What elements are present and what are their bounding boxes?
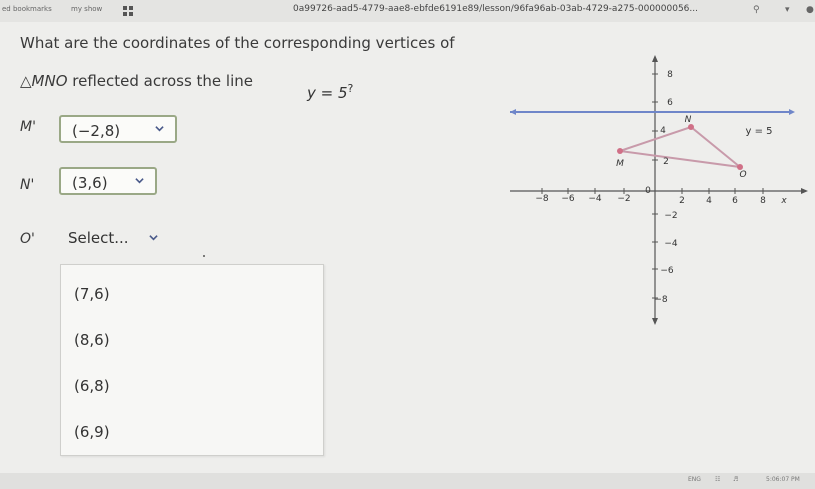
taskbar: ENG ☷ ♬ 5:06:07 PM — [0, 473, 815, 489]
apps-grid-icon[interactable] — [123, 6, 133, 16]
option-item[interactable]: (6,9) — [74, 423, 110, 441]
line-label: y = 5 — [745, 126, 772, 137]
profile-icon[interactable]: ● — [806, 5, 814, 15]
chevron-down-icon — [135, 178, 144, 184]
network-icon[interactable]: ☷ — [715, 476, 720, 483]
question-text: reflected across the line — [67, 72, 253, 90]
option-item[interactable]: (7,6) — [74, 285, 110, 303]
label-m-prime: M' — [20, 119, 36, 135]
bookmarks-link[interactable]: ed bookmarks — [2, 5, 52, 13]
y-axis-arrow-top — [652, 55, 658, 62]
y-tick-label: 2 — [663, 157, 669, 167]
x-tick-label: −4 — [588, 194, 602, 204]
x-tick-label: −6 — [561, 194, 575, 204]
m-prime-value: (−2,8) — [72, 122, 121, 140]
vertex-m — [617, 148, 623, 154]
option-item[interactable]: (8,6) — [74, 331, 110, 349]
x-axis-arrow — [801, 188, 808, 194]
axis-ticks — [541, 73, 764, 299]
x-tick-label: −2 — [617, 194, 630, 204]
m-prime-dropdown[interactable]: (−2,8) — [59, 115, 177, 143]
y-tick-label: −8 — [654, 295, 668, 305]
y-axis-arrow-bottom — [652, 318, 658, 325]
x-tick-label: 4 — [706, 196, 712, 206]
triangle-name: △MNO — [20, 72, 68, 90]
extension-icon[interactable]: ▾ — [785, 5, 790, 15]
n-prime-dropdown[interactable]: (3,6) — [59, 167, 157, 195]
y-tick-label: −2 — [664, 211, 677, 221]
search-icon[interactable]: ⚲ — [753, 5, 760, 15]
myshow-link[interactable]: my show — [71, 5, 102, 13]
label-o-prime: O' — [20, 231, 35, 247]
line-equation: y = 5? — [307, 82, 354, 102]
volume-icon[interactable]: ♬ — [733, 476, 738, 483]
y-tick-label: −6 — [660, 266, 674, 276]
y-tick-label: 4 — [660, 126, 666, 136]
question-line2: △MNO reflected across the line — [20, 72, 253, 90]
y-tick-label: 8 — [667, 70, 673, 80]
coordinate-graph: −8 −6 −4 −2 0 2 4 6 8 x 8 6 4 2 −2 −4 −6… — [510, 55, 808, 325]
y-tick-label: 6 — [667, 98, 673, 108]
browser-bar: ed bookmarks my show 0a99726-aad5-4779-a… — [0, 0, 815, 22]
vertex-label-n: N — [685, 115, 692, 125]
x-tick-label: 2 — [679, 196, 685, 206]
x-tick-label: 8 — [760, 196, 766, 206]
o-prime-value: Select... — [68, 229, 129, 247]
triangle-mno — [619, 125, 744, 169]
n-prime-value: (3,6) — [72, 174, 108, 192]
x-tick-label: 6 — [732, 196, 738, 206]
vertex-label-m: M — [616, 159, 624, 169]
chevron-down-icon — [155, 126, 164, 132]
line-arrow-left — [510, 109, 516, 115]
x-axis-label: x — [780, 196, 787, 206]
option-item[interactable]: (6,8) — [74, 377, 110, 395]
address-bar[interactable]: 0a99726-aad5-4779-aae8-ebfde6191e89/less… — [293, 4, 698, 14]
line-arrow-right — [789, 109, 795, 115]
clock[interactable]: 5:06:07 PM — [766, 476, 800, 483]
x-tick-label: 0 — [645, 186, 651, 196]
vertex-label-o: O — [739, 170, 746, 180]
o-prime-dropdown[interactable]: Select... — [59, 226, 163, 252]
o-prime-options-menu: (7,6) (8,6) (6,8) (6,9) — [60, 264, 324, 456]
question-line1: What are the coordinates of the correspo… — [20, 34, 455, 52]
language-indicator[interactable]: ENG — [688, 476, 701, 483]
chevron-down-icon — [149, 235, 158, 241]
cursor-dot — [203, 255, 205, 257]
y-tick-label: −4 — [664, 239, 678, 249]
label-n-prime: N' — [20, 177, 35, 193]
x-tick-label: −8 — [535, 194, 549, 204]
